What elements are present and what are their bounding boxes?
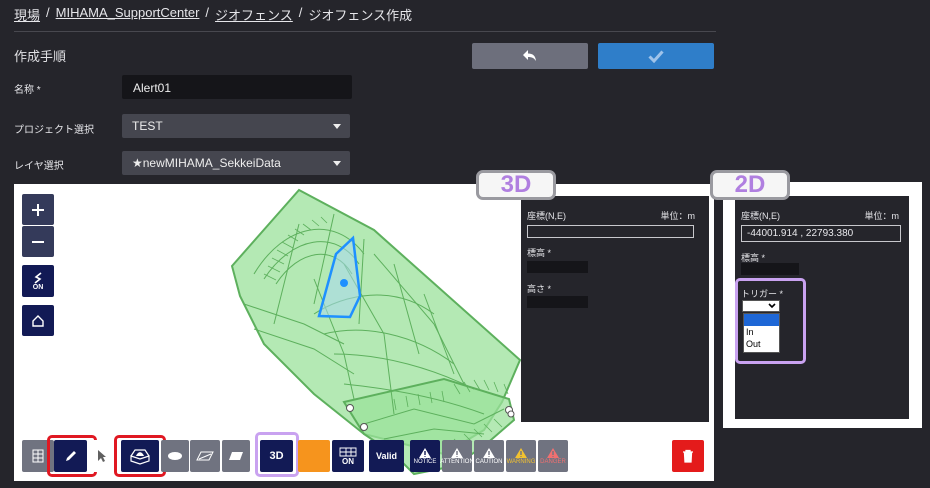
slope-icon: [196, 451, 214, 461]
name-label: 名称 *: [14, 85, 41, 96]
caution-level-label: CAUTION: [475, 459, 503, 465]
breadcrumb-current: ジオフェンス作成: [308, 8, 413, 23]
name-input[interactable]: Alert01: [122, 75, 352, 99]
layer-select[interactable]: ★newMIHAMA_SekkeiData: [122, 151, 350, 175]
warning-level-button[interactable]: WARNING: [506, 440, 536, 472]
slope-tool-button[interactable]: [190, 440, 220, 472]
height-label: 高さ *: [527, 284, 552, 294]
elevation-input[interactable]: [527, 261, 588, 273]
badge-2d: 2D: [710, 170, 790, 200]
warning-triangle-icon: [483, 448, 495, 458]
warning-triangle-icon: [515, 448, 527, 458]
cursor-icon: [98, 450, 106, 462]
unit-label: 単位：m: [864, 211, 900, 221]
undo-icon: [523, 50, 536, 61]
minus-icon: [32, 240, 44, 243]
grid-overlay-toggle[interactable]: ON: [332, 440, 364, 472]
warning-level-label: WARNING: [506, 459, 536, 465]
select-tool-button[interactable]: [91, 440, 113, 472]
layer-label: レイヤ選択: [14, 161, 64, 172]
warning-triangle-icon: [451, 448, 463, 458]
project-label: プロジェクト選択: [14, 125, 94, 136]
header-divider: [14, 31, 716, 32]
breadcrumb-separator: /: [205, 5, 210, 20]
breadcrumb-separator: /: [298, 5, 303, 20]
grid-icon: [32, 449, 44, 463]
zoom-in-button[interactable]: [22, 194, 54, 225]
layer-select-value: ★newMIHAMA_SekkeiData: [132, 156, 281, 170]
breadcrumb-geofence[interactable]: ジオフェンス: [215, 5, 293, 24]
plane-icon: [229, 452, 243, 460]
coord-input[interactable]: -44001.914 , 22793.380: [741, 225, 901, 242]
caution-level-button[interactable]: CAUTION: [474, 440, 504, 472]
extrude-tool-button[interactable]: [121, 440, 159, 472]
section-title: 作成手順: [14, 49, 67, 64]
project-select[interactable]: TEST: [122, 114, 350, 138]
draw-tool-button[interactable]: [54, 440, 87, 472]
3d-toggle-button[interactable]: 3D: [260, 440, 293, 472]
home-view-button[interactable]: [22, 305, 54, 336]
warning-triangle-icon: [547, 448, 559, 458]
back-button[interactable]: [472, 43, 588, 69]
badge-3d: 3D: [476, 170, 556, 200]
attribute-panel-3d: 座標(N,E) 単位：m 標高 * 高さ *: [521, 196, 709, 422]
ellipse-tool-button[interactable]: [161, 440, 189, 472]
delete-button[interactable]: [672, 440, 704, 472]
breadcrumb-site[interactable]: 現場: [14, 5, 40, 24]
notice-level-button[interactable]: NOTICE: [410, 440, 440, 472]
coord-label: 座標(N,E): [527, 211, 566, 221]
chevron-down-icon: [333, 161, 341, 166]
trigger-highlight: [735, 278, 806, 364]
elevation-input[interactable]: [741, 263, 799, 275]
ellipse-icon: [168, 452, 182, 460]
coord-input[interactable]: [527, 225, 694, 238]
layer-toggle-button[interactable]: ON: [22, 265, 54, 297]
grid-overlay-icon: [339, 447, 357, 456]
warning-triangle-icon: [419, 448, 431, 458]
route-icon: [34, 271, 42, 284]
elevation-label: 標高 *: [527, 248, 552, 258]
layer-toggle-label: ON: [32, 283, 44, 291]
attention-level-button[interactable]: ATTENTION: [440, 440, 474, 472]
notice-level-label: NOTICE: [413, 459, 437, 465]
danger-level-label: DANGER: [540, 459, 566, 465]
plus-icon: [32, 203, 44, 216]
coord-label: 座標(N,E): [741, 211, 780, 221]
danger-level-button[interactable]: DANGER: [538, 440, 568, 472]
geofence-handle: [340, 279, 348, 287]
vertex-handle: [507, 410, 515, 418]
zoom-out-button[interactable]: [22, 226, 54, 257]
grid-overlay-label: ON: [342, 456, 354, 466]
trash-icon: [683, 449, 693, 463]
cube-icon: [130, 449, 150, 465]
check-icon: [648, 50, 664, 63]
unit-label: 単位：m: [660, 211, 696, 221]
height-input[interactable]: [527, 296, 588, 308]
breadcrumb-separator: /: [46, 5, 50, 20]
vertex-handle: [346, 404, 354, 412]
attention-level-label: ATTENTION: [440, 459, 474, 465]
vertex-handle: [360, 423, 368, 431]
chevron-down-icon: [333, 124, 341, 129]
valid-button[interactable]: Valid: [369, 440, 404, 472]
confirm-button[interactable]: [598, 43, 714, 69]
color-picker-button[interactable]: [298, 440, 330, 472]
plane-tool-button[interactable]: [222, 440, 250, 472]
home-icon: [32, 314, 44, 327]
breadcrumb-project[interactable]: MIHAMA_SupportCenter: [56, 5, 200, 24]
breadcrumb: 現場 / MIHAMA_SupportCenter / ジオフェンス / ジオフ…: [14, 5, 412, 24]
pencil-icon: [65, 451, 76, 461]
project-select-value: TEST: [132, 119, 163, 133]
